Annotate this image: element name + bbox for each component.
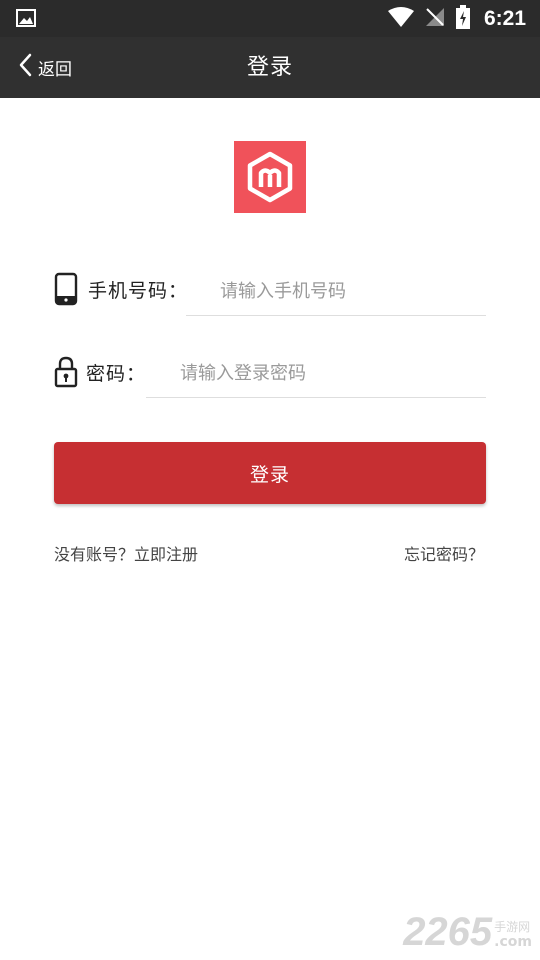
no-signal-icon xyxy=(424,6,446,32)
back-button[interactable]: 返回 xyxy=(18,51,72,83)
app-logo xyxy=(234,141,306,213)
phone-label: 手机号码： xyxy=(88,279,189,302)
register-link[interactable]: 没有账号？立即注册 xyxy=(54,541,198,565)
watermark-site: 手游网 xyxy=(494,920,531,935)
status-bar: 6:21 xyxy=(0,0,540,37)
forgot-password-link[interactable]: 忘记密码？ xyxy=(404,541,484,565)
login-button[interactable]: 登录 xyxy=(54,442,486,504)
gallery-icon xyxy=(16,9,36,31)
lock-icon xyxy=(54,356,78,388)
status-icons: 6:21 xyxy=(387,5,526,33)
watermark-number: 2265 xyxy=(403,910,493,954)
top-bar: 登录 返回 xyxy=(0,37,540,98)
back-label: 返回 xyxy=(38,59,72,80)
password-input[interactable] xyxy=(146,350,486,398)
page-title: 登录 xyxy=(246,55,293,80)
watermark: 2265 手游网 .com xyxy=(403,910,532,952)
status-time: 6:21 xyxy=(483,7,526,30)
wifi-icon xyxy=(387,7,414,31)
phone-icon xyxy=(54,272,78,306)
battery-charging-icon xyxy=(455,5,470,33)
chevron-left-icon xyxy=(18,53,32,81)
password-row: 密码： xyxy=(54,356,146,388)
watermark-domain: .com xyxy=(494,933,532,950)
phone-input[interactable] xyxy=(186,268,486,316)
password-label: 密码： xyxy=(86,362,147,385)
logo-mark xyxy=(247,151,293,203)
phone-row: 手机号码： xyxy=(54,272,188,306)
